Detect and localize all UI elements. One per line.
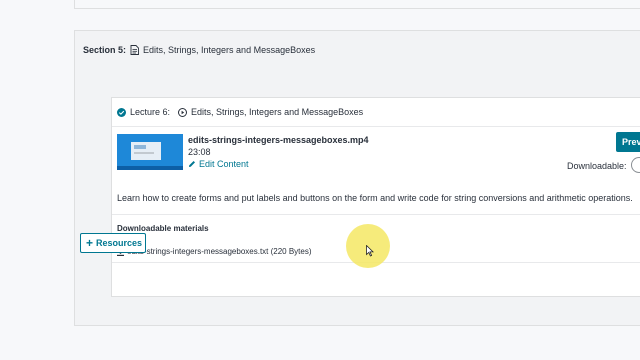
check-circle-icon	[117, 107, 126, 117]
previous-section-edge	[74, 0, 640, 9]
lecture-card: Lecture 6: Edits, Strings, Integers and …	[111, 97, 640, 297]
curriculum-page: Section 5: Edits, Strings, Integers and …	[0, 0, 640, 360]
material-file-row[interactable]: edits-strings-integers-messageboxes.txt …	[117, 247, 312, 256]
material-file-name[interactable]: edits-strings-integers-messageboxes.txt …	[127, 247, 312, 256]
plus-icon: +	[86, 236, 94, 250]
lecture-title: Edits, Strings, Integers and MessageBoxe…	[191, 107, 364, 117]
downloadable-label: Downloadable:	[567, 161, 627, 171]
section-panel: Section 5: Edits, Strings, Integers and …	[74, 30, 640, 326]
edit-content-link[interactable]: Edit Content	[188, 159, 249, 169]
video-thumbnail[interactable]	[117, 134, 183, 170]
downloadable-toggle[interactable]	[631, 157, 640, 173]
media-row: edits-strings-integers-messageboxes.mp4 …	[112, 127, 640, 177]
thumbnail-window	[131, 142, 161, 160]
add-resources-button[interactable]: + Resources	[80, 233, 146, 253]
lecture-label: Lecture 6:	[130, 107, 171, 117]
video-file-name: edits-strings-integers-messageboxes.mp4	[188, 135, 369, 145]
resources-label: Resources	[96, 238, 143, 248]
lecture-description: Learn how to create forms and put labels…	[117, 193, 633, 203]
document-icon	[130, 45, 139, 55]
divider	[112, 214, 640, 215]
thumbnail-taskbar	[117, 166, 183, 170]
materials-heading: Downloadable materials	[117, 224, 209, 233]
play-circle-icon	[178, 107, 188, 117]
section-header: Section 5: Edits, Strings, Integers and …	[83, 45, 315, 55]
preview-button[interactable]: Preview	[616, 132, 640, 152]
section-title[interactable]: Edits, Strings, Integers and MessageBoxe…	[143, 45, 315, 55]
pencil-icon	[188, 160, 196, 168]
section-label: Section 5:	[83, 45, 127, 55]
edit-content-label: Edit Content	[199, 159, 249, 169]
lecture-header[interactable]: Lecture 6: Edits, Strings, Integers and …	[112, 98, 640, 127]
mouse-pointer-icon	[366, 244, 374, 257]
video-duration: 23:08	[188, 147, 211, 157]
